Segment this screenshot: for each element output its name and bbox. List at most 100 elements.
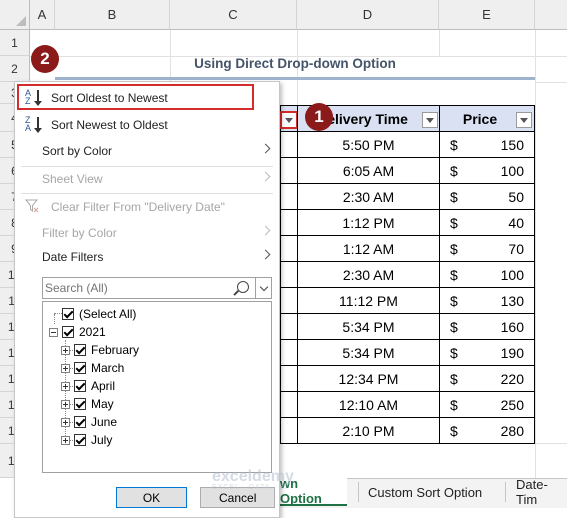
table-cell-price[interactable]: $70	[439, 236, 535, 262]
table-cell-date[interactable]	[280, 340, 298, 366]
tree-item-month[interactable]: June	[61, 414, 117, 430]
table-cell-date[interactable]	[280, 236, 298, 262]
tree-item-month[interactable]: February	[61, 342, 139, 358]
table-cell-date[interactable]	[280, 288, 298, 314]
month-label: May	[91, 397, 114, 411]
table-cell-time[interactable]: 1:12 AM	[297, 236, 440, 262]
table-cell-price[interactable]: $40	[439, 210, 535, 236]
date-filter-dropdown-button[interactable]	[280, 111, 298, 129]
table-cell-price[interactable]: $150	[439, 132, 535, 158]
menu-date-filters[interactable]: Date Filters	[15, 245, 279, 269]
table-cell-price[interactable]: $250	[439, 392, 535, 418]
table-cell-time[interactable]: 1:12 PM	[297, 210, 440, 236]
tree-item-month[interactable]: April	[61, 378, 115, 394]
search-options-chevron-icon[interactable]	[255, 278, 271, 298]
column-header-b[interactable]: B	[55, 0, 170, 30]
column-header-c[interactable]: C	[170, 0, 297, 30]
month-label: February	[91, 343, 140, 357]
table-cell-date[interactable]	[280, 184, 298, 210]
expand-icon[interactable]	[61, 381, 70, 391]
tree-item-year-2021[interactable]: 2021	[49, 324, 106, 340]
month-checkbox[interactable]	[74, 344, 86, 356]
column-header-a[interactable]: A	[30, 0, 55, 30]
table-cell-time[interactable]: 2:10 PM	[297, 418, 440, 444]
year-2021-checkbox[interactable]	[62, 326, 74, 338]
sheet-tab-date-time[interactable]: Date-Tim	[516, 477, 567, 507]
price-value: 50	[508, 188, 524, 205]
column-header-e[interactable]: E	[439, 0, 535, 30]
table-cell-date[interactable]	[280, 210, 298, 236]
month-label: June	[91, 415, 118, 429]
gridline	[535, 82, 567, 83]
gridline	[535, 30, 536, 478]
table-cell-price[interactable]: $130	[439, 288, 535, 314]
table-cell-price[interactable]: $100	[439, 262, 535, 288]
price-value: 100	[500, 162, 524, 179]
table-cell-time[interactable]: 12:10 AM	[297, 392, 440, 418]
select-all-checkbox[interactable]	[62, 308, 74, 320]
table-cell-time[interactable]: 5:34 PM	[297, 340, 440, 366]
price-filter-dropdown-button[interactable]	[516, 112, 532, 128]
select-all-label: (Select All)	[79, 307, 137, 321]
table-cell-time[interactable]: 5:34 PM	[297, 314, 440, 340]
table-cell-date[interactable]	[280, 314, 298, 340]
row-header-2[interactable]: 2	[0, 56, 30, 82]
month-checkbox[interactable]	[74, 362, 86, 374]
table-cell-time[interactable]: 2:30 AM	[297, 262, 440, 288]
table-cell-date[interactable]	[280, 392, 298, 418]
table-cell-price[interactable]: $190	[439, 340, 535, 366]
table-cell-price[interactable]: $280	[439, 418, 535, 444]
time-filter-dropdown-button[interactable]	[422, 112, 438, 128]
table-cell-price[interactable]: $50	[439, 184, 535, 210]
table-cell-time[interactable]: 2:30 AM	[297, 184, 440, 210]
currency-symbol: $	[450, 266, 458, 283]
select-all-corner[interactable]	[0, 0, 30, 30]
sheet-tab-custom-sort[interactable]: Custom Sort Option	[368, 478, 482, 506]
tree-item-month[interactable]: May	[61, 396, 114, 412]
expand-icon[interactable]	[61, 417, 70, 427]
table-cell-price[interactable]: $160	[439, 314, 535, 340]
month-checkbox[interactable]	[74, 380, 86, 392]
table-cell-date[interactable]	[280, 366, 298, 392]
table-cell-price[interactable]: $100	[439, 158, 535, 184]
expand-icon[interactable]	[61, 435, 70, 445]
clear-filter-icon	[24, 199, 39, 213]
expand-icon[interactable]	[61, 363, 70, 373]
filter-search-box[interactable]	[42, 277, 272, 299]
month-checkbox[interactable]	[74, 416, 86, 428]
table-cell-date[interactable]	[280, 158, 298, 184]
table-cell-time[interactable]: 11:12 PM	[297, 288, 440, 314]
table-cell-date[interactable]	[280, 132, 298, 158]
month-checkbox[interactable]	[74, 398, 86, 410]
filter-search-input[interactable]	[45, 280, 235, 296]
menu-sort-newest-to-oldest[interactable]: ZA Sort Newest to Oldest	[15, 113, 279, 137]
menu-sort-by-color-label: Sort by Color	[42, 144, 113, 158]
column-header-d[interactable]: D	[297, 0, 439, 30]
table-cell-price[interactable]: $220	[439, 366, 535, 392]
expand-icon[interactable]	[61, 399, 70, 409]
table-cell-date[interactable]	[280, 418, 298, 444]
currency-symbol: $	[450, 240, 458, 257]
tree-item-select-all[interactable]: (Select All)	[62, 306, 136, 322]
filter-value-tree: (Select All) 2021 February March April May J…	[42, 301, 272, 473]
table-cell-time[interactable]: 5:50 PM	[297, 132, 440, 158]
expand-icon[interactable]	[61, 345, 70, 355]
search-icon	[237, 281, 249, 293]
currency-symbol: $	[450, 188, 458, 205]
table-cell-time[interactable]: 12:34 PM	[297, 366, 440, 392]
row-header-1[interactable]: 1	[0, 30, 30, 56]
tree-item-month[interactable]: July	[61, 432, 112, 448]
table-cell-date[interactable]	[280, 262, 298, 288]
menu-sort-by-color[interactable]: Sort by Color	[15, 139, 279, 163]
tree-item-month[interactable]: March	[61, 360, 124, 376]
currency-symbol: $	[450, 292, 458, 309]
tree-line	[54, 313, 62, 314]
collapse-icon[interactable]	[49, 327, 58, 337]
ok-button[interactable]: OK	[116, 487, 187, 508]
menu-clear-filter-label: Clear Filter From "Delivery Date"	[51, 200, 225, 214]
gridline	[439, 30, 440, 56]
price-header-label: Price	[462, 110, 498, 127]
month-checkbox[interactable]	[74, 434, 86, 446]
column-header-f[interactable]	[535, 0, 567, 30]
table-cell-time[interactable]: 6:05 AM	[297, 158, 440, 184]
